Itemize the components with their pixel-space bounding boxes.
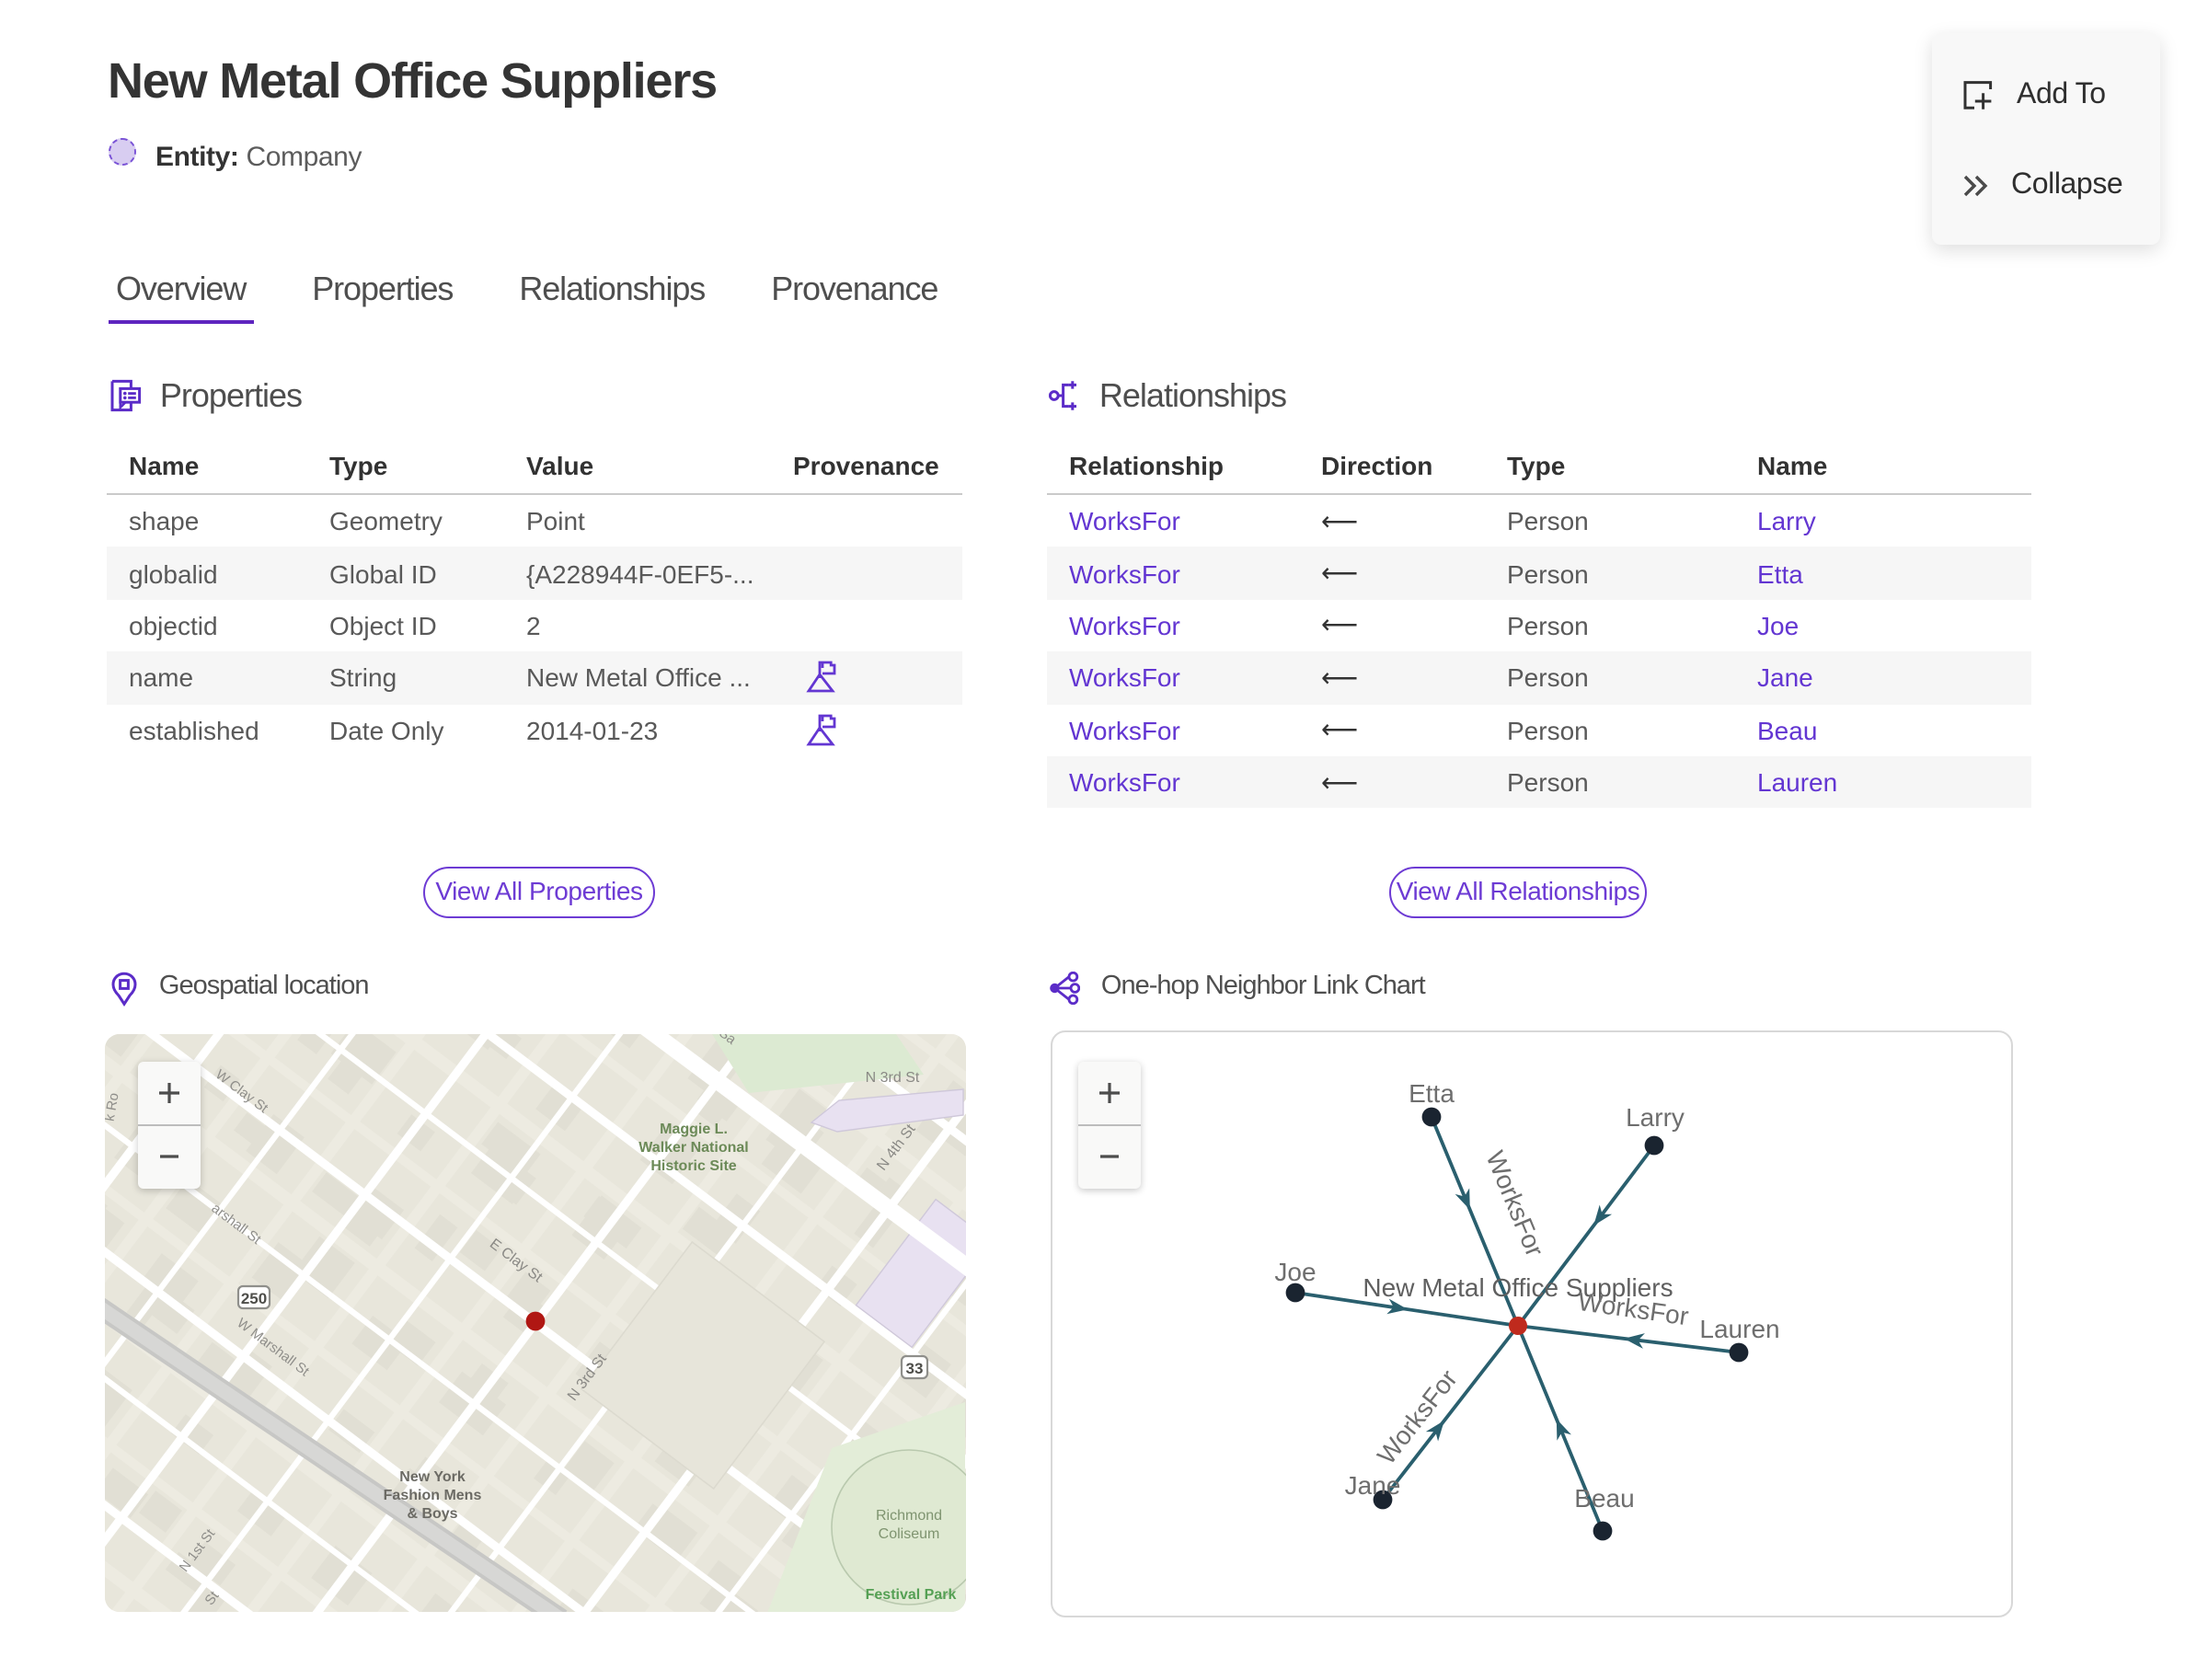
svg-text:N 3rd St: N 3rd St bbox=[866, 1069, 920, 1085]
svg-text:Etta: Etta bbox=[1409, 1079, 1455, 1108]
svg-text:Historic Site: Historic Site bbox=[650, 1157, 736, 1173]
svg-text:WorksFor: WorksFor bbox=[1480, 1147, 1549, 1260]
svg-text:33: 33 bbox=[906, 1359, 924, 1376]
svg-text:WorksFor: WorksFor bbox=[1576, 1287, 1690, 1331]
svg-text:Joe: Joe bbox=[1274, 1258, 1316, 1286]
svg-text:Festival Park: Festival Park bbox=[866, 1586, 957, 1602]
svg-text:New York: New York bbox=[399, 1468, 466, 1484]
svg-text:& Boys: & Boys bbox=[407, 1505, 457, 1521]
svg-text:Richmond: Richmond bbox=[876, 1507, 942, 1523]
svg-text:250: 250 bbox=[241, 1289, 267, 1306]
svg-text:Maggie L.: Maggie L. bbox=[660, 1121, 728, 1136]
svg-text:Fashion Mens: Fashion Mens bbox=[384, 1487, 482, 1502]
svg-text:Lauren: Lauren bbox=[1699, 1315, 1779, 1343]
svg-text:Beau: Beau bbox=[1574, 1484, 1634, 1513]
svg-text:Jane: Jane bbox=[1345, 1471, 1401, 1500]
svg-text:Larry: Larry bbox=[1626, 1103, 1685, 1132]
svg-text:Walker National: Walker National bbox=[638, 1139, 748, 1155]
svg-text:Coliseum: Coliseum bbox=[879, 1525, 940, 1541]
